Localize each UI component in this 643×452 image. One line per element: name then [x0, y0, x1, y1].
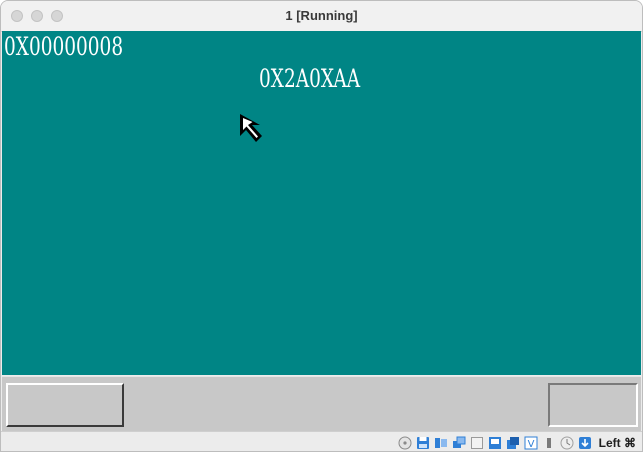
- center-value: 0X2A0XAA: [259, 64, 361, 93]
- shared-folder-icon[interactable]: [488, 435, 503, 450]
- cpu-icon[interactable]: [542, 435, 557, 450]
- top-left-value: 0X00000008: [4, 32, 124, 61]
- arrow-cursor-icon: [240, 114, 262, 142]
- optical-drive-icon[interactable]: [398, 435, 413, 450]
- display-icon[interactable]: [506, 435, 521, 450]
- vm-window: 1 [Running] 0X00000008 0X2A0XAA V Left ⌘: [0, 0, 643, 452]
- panel-button-left[interactable]: [6, 383, 124, 427]
- video-capture-icon[interactable]: V: [524, 435, 539, 450]
- floppy-disk-icon[interactable]: [416, 435, 431, 450]
- status-icons: V Left ⌘: [398, 434, 636, 451]
- panel-button-right[interactable]: [548, 383, 638, 427]
- status-bar: V Left ⌘: [1, 431, 642, 451]
- window-title: 1 [Running]: [285, 8, 358, 23]
- svg-text:V: V: [528, 439, 535, 450]
- network-icon[interactable]: [452, 435, 467, 450]
- host-key-label[interactable]: Left ⌘: [599, 436, 636, 450]
- host-key-arrow-icon[interactable]: [578, 435, 593, 450]
- usb-icon[interactable]: [470, 435, 485, 450]
- audio-icon[interactable]: [434, 435, 449, 450]
- guest-screen[interactable]: 0X00000008 0X2A0XAA: [2, 31, 641, 375]
- guest-bottom-panel: [2, 376, 641, 432]
- title-bar[interactable]: 1 [Running]: [1, 1, 642, 32]
- mouse-integration-icon[interactable]: [560, 435, 575, 450]
